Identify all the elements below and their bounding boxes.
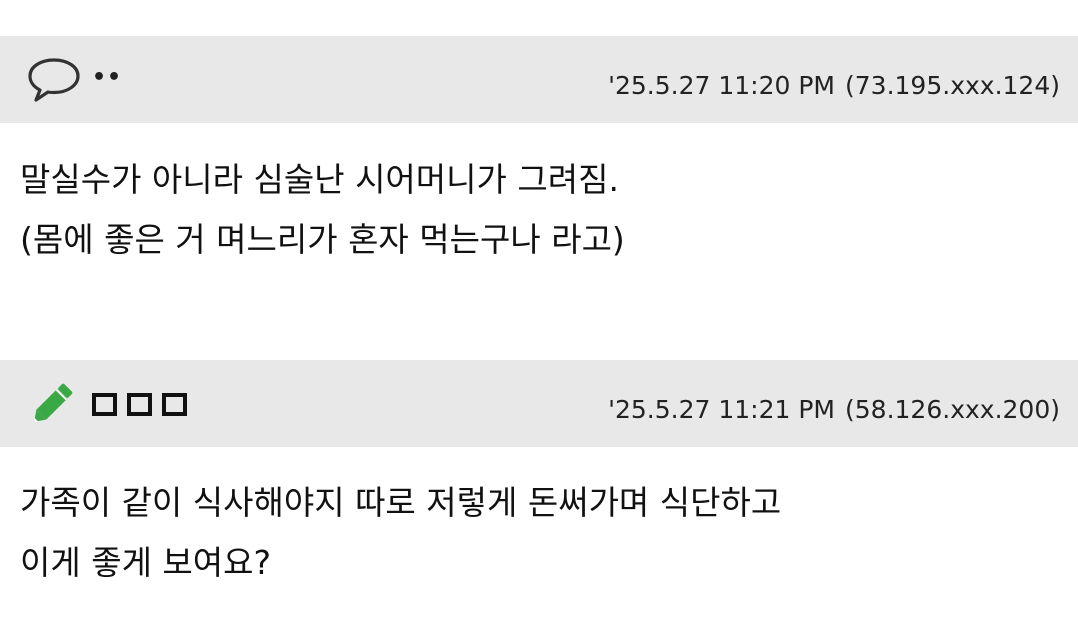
comment-line: (몸에 좋은 거 며느리가 혼자 먹는구나 라고)	[20, 220, 625, 259]
author-name-boxes	[92, 384, 187, 424]
comment-header: □□□ '25.5.27 11:21 PM (58.126.xxx.200)	[0, 360, 1078, 447]
comment-line: 이게 좋게 보여요?	[20, 543, 272, 582]
author-name: ••	[92, 65, 123, 90]
comment-body: 말실수가 아니라 심술난 시어머니가 그려짐. (몸에 좋은 거 며느리가 혼자…	[20, 150, 1060, 270]
comment-body: 가족이 같이 식사해야지 따로 저렇게 돈써가며 식단하고 이게 좋게 보여요?	[20, 473, 1060, 593]
timestamp: '25.5.27 11:20 PM	[608, 71, 836, 100]
pencil-icon	[28, 376, 84, 426]
comment-meta: '25.5.27 11:21 PM (58.126.xxx.200)	[608, 390, 1060, 430]
author-name: □□□	[92, 384, 187, 424]
ip-address: (73.195.xxx.124)	[845, 71, 1060, 100]
speech-bubble-icon	[26, 54, 82, 104]
comment-meta: '25.5.27 11:20 PM (73.195.xxx.124)	[608, 66, 1060, 106]
comment-list: •• '25.5.27 11:20 PM (73.195.xxx.124) 말실수…	[0, 0, 1078, 639]
timestamp: '25.5.27 11:21 PM	[608, 395, 836, 424]
comment-line: 가족이 같이 식사해야지 따로 저렇게 돈써가며 식단하고	[20, 483, 782, 522]
comment-line: 말실수가 아니라 심술난 시어머니가 그려짐.	[20, 160, 619, 199]
ip-address: (58.126.xxx.200)	[845, 395, 1060, 424]
comment-header: •• '25.5.27 11:20 PM (73.195.xxx.124)	[0, 36, 1078, 123]
